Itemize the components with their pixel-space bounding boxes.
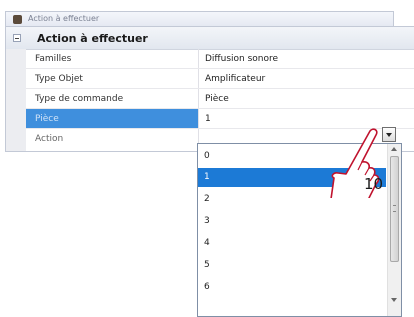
window-title: Action à effectuer [28, 14, 100, 23]
property-row-type-de-commande[interactable]: Type de commande Pièce [26, 89, 414, 109]
dropdown-option[interactable]: 3 [198, 212, 386, 231]
scroll-thumb[interactable] [390, 156, 399, 262]
category-row[interactable]: Action à effectuer [6, 27, 414, 50]
dropdown-option[interactable]: 5 [198, 256, 386, 275]
window-title-bar: Action à effectuer [5, 11, 394, 26]
dropdown-option[interactable]: 4 [198, 234, 386, 253]
callout-number: 10 [364, 175, 384, 193]
property-row-piece[interactable]: Pièce 1 [26, 109, 414, 129]
property-row-type-objet[interactable]: Type Objet Amplificateur [26, 69, 414, 89]
scroll-up-icon[interactable] [391, 147, 397, 151]
property-name: Type de commande [26, 89, 199, 108]
property-name: Action [26, 129, 199, 148]
grid-margin [6, 49, 26, 151]
property-row-familles[interactable]: Familles Diffusion sonore [26, 49, 414, 69]
app-icon [13, 15, 22, 24]
property-name: Pièce [26, 109, 199, 128]
dropdown-option[interactable]: 6 [198, 278, 386, 297]
property-name: Type Objet [26, 69, 199, 88]
collapse-icon[interactable] [13, 34, 21, 42]
scroll-down-icon[interactable] [391, 298, 397, 302]
property-name: Familles [26, 49, 199, 68]
dropdown-scrollbar[interactable] [387, 144, 401, 316]
category-label: Action à effectuer [37, 32, 148, 45]
